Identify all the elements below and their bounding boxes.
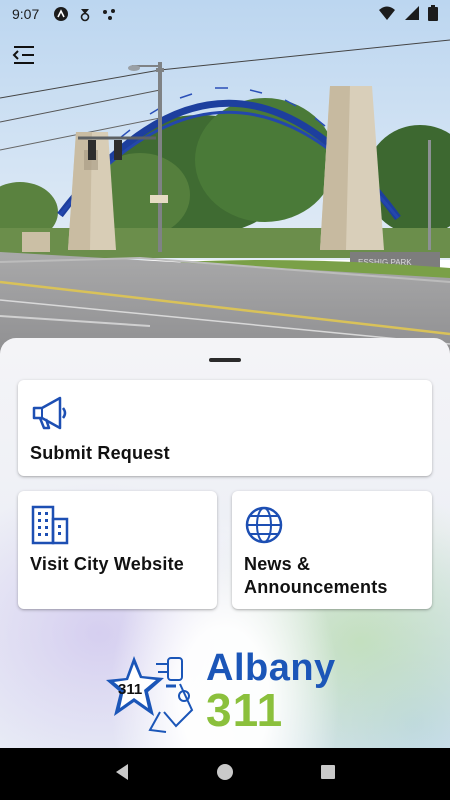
visit-city-website-label: Visit City Website xyxy=(30,554,184,574)
menu-open-icon xyxy=(12,44,36,71)
megaphone-icon xyxy=(30,394,70,434)
visit-city-website-card[interactable]: Visit City Website xyxy=(18,491,217,609)
submit-request-label: Submit Request xyxy=(30,443,170,463)
recents-icon xyxy=(320,764,336,785)
recents-button[interactable] xyxy=(313,759,343,789)
logo-badge-text: 311 xyxy=(118,681,142,698)
submit-request-card[interactable]: Submit Request xyxy=(18,380,432,476)
news-label-line1: News & xyxy=(244,554,311,574)
logo-number-text: 311 xyxy=(206,684,284,736)
globe-icon xyxy=(244,505,284,545)
hero-photo: ESSHIG PARK xyxy=(0,0,450,360)
battery-icon xyxy=(428,4,438,24)
status-time: 9:07 xyxy=(12,6,40,22)
location-icon xyxy=(77,6,93,22)
back-icon xyxy=(114,763,130,786)
menu-button[interactable] xyxy=(8,42,40,72)
accessibility-icon xyxy=(53,6,69,22)
dots-icon xyxy=(101,6,117,22)
signal-icon xyxy=(404,5,420,24)
system-nav-bar xyxy=(0,748,450,800)
albany-311-logo: 311 Albany 311 xyxy=(106,646,356,738)
star-badge-logo: 311 xyxy=(106,650,198,736)
bottom-sheet: Submit Request Visit City Website News &… xyxy=(0,338,450,748)
logo-city-text: Albany xyxy=(206,647,336,689)
home-button[interactable] xyxy=(210,759,240,789)
city-buildings-icon xyxy=(30,505,70,545)
drag-handle[interactable] xyxy=(209,358,241,362)
back-button[interactable] xyxy=(107,759,137,789)
news-announcements-card[interactable]: News & Announcements xyxy=(232,491,432,609)
news-label-line2: Announcements xyxy=(244,577,388,597)
wifi-icon xyxy=(378,5,396,24)
home-icon xyxy=(216,763,234,786)
status-bar: 9:07 xyxy=(0,0,450,28)
